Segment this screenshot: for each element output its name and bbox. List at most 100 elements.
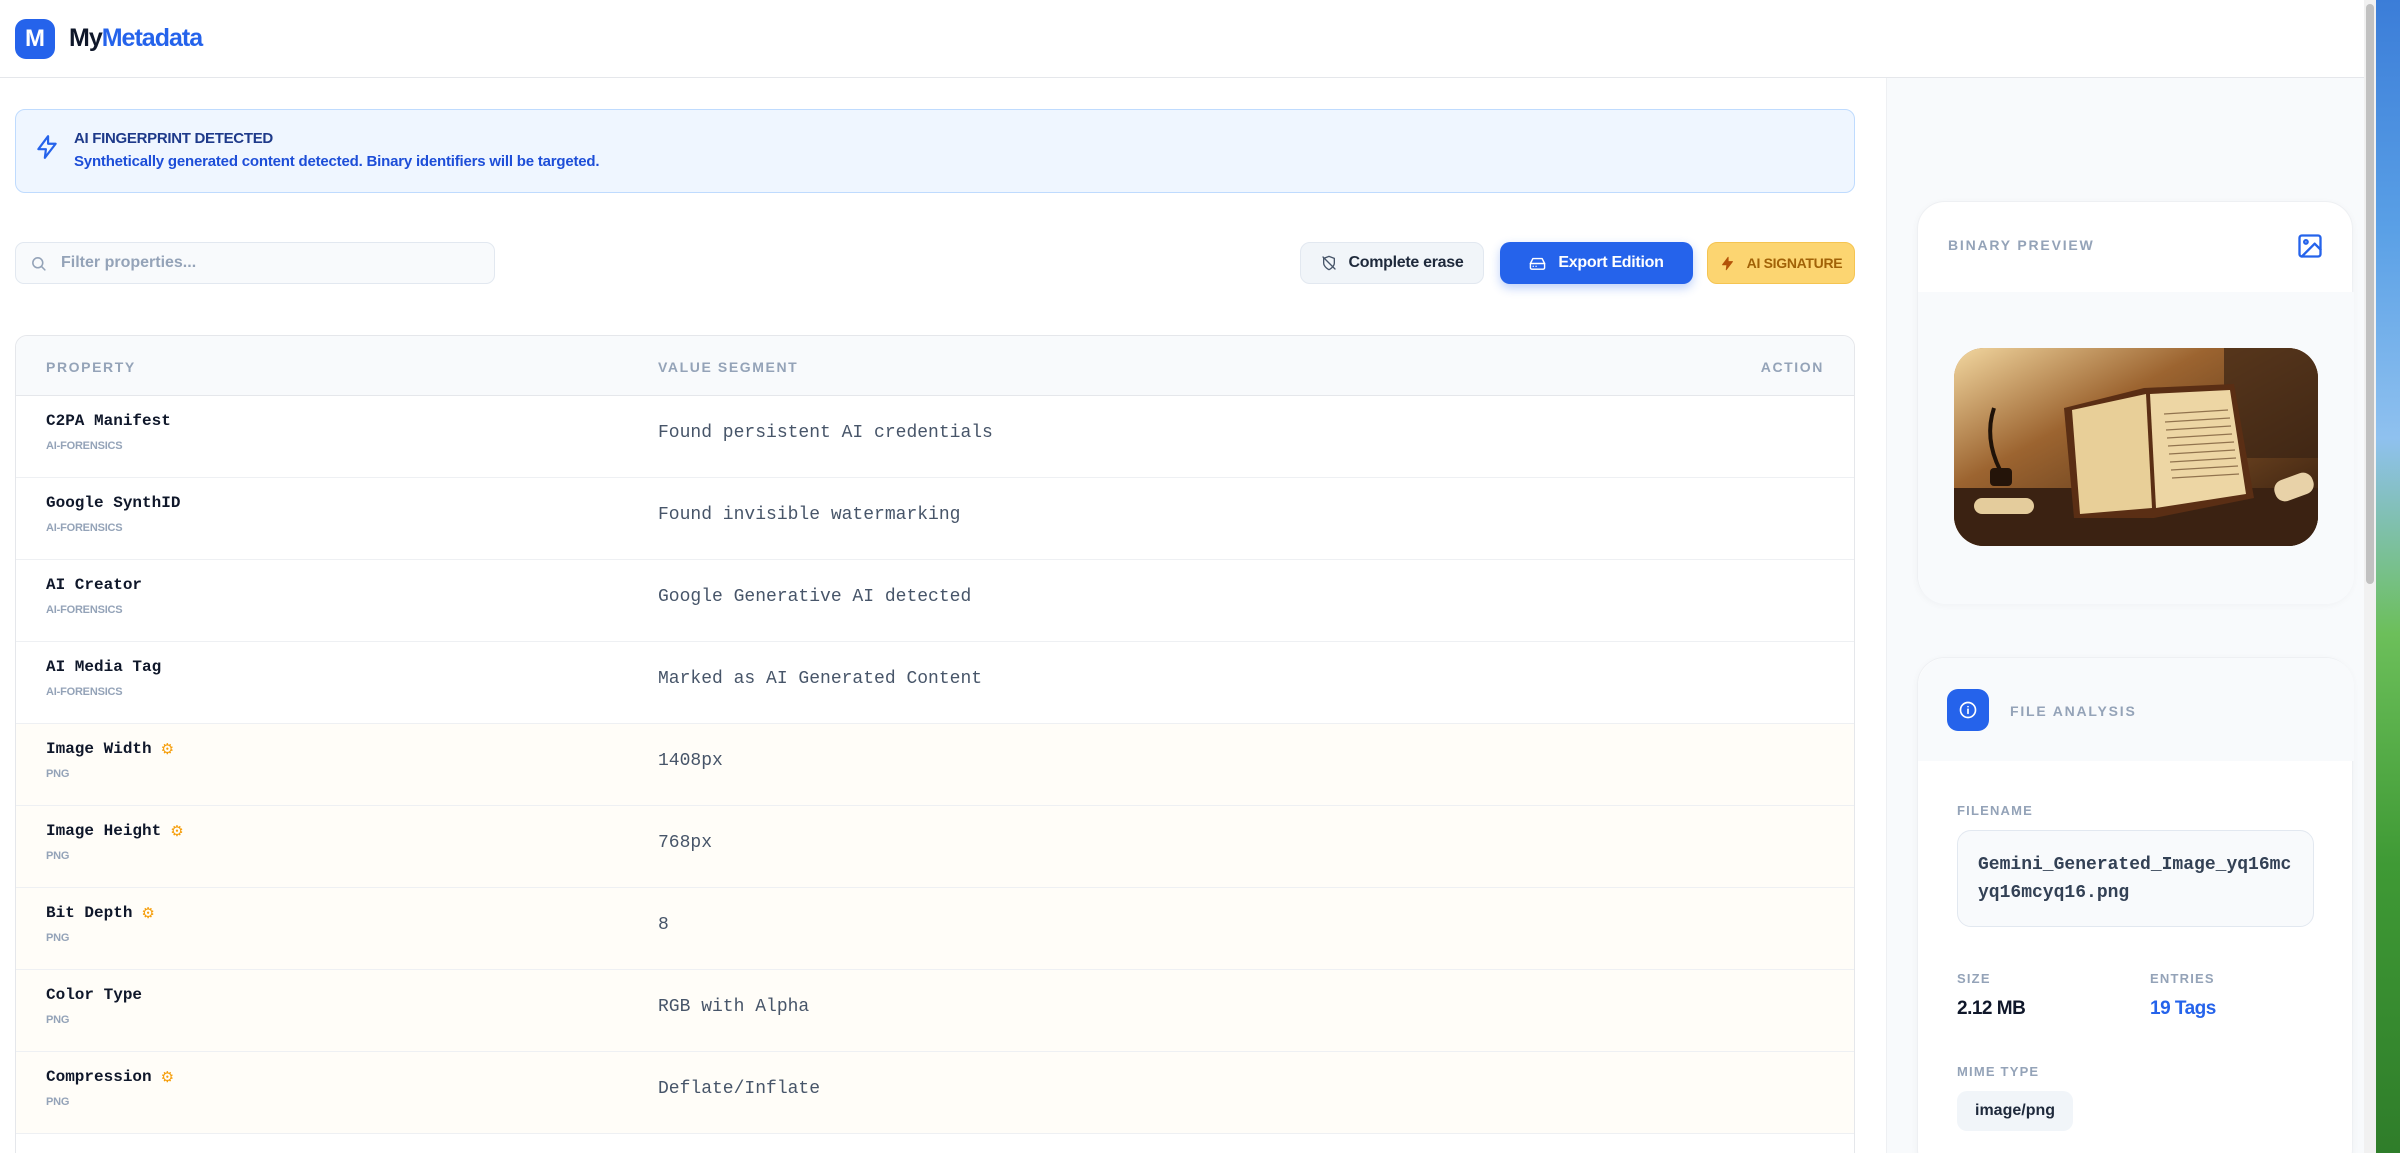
property-category: PNG (46, 850, 70, 862)
property-label: C2PA Manifest (46, 412, 171, 430)
property-name: AI Creator (46, 576, 142, 594)
image-icon[interactable] (2296, 232, 2324, 260)
scrollbar-thumb[interactable] (2366, 4, 2374, 584)
table-header: PROPERTY VALUE SEGMENT ACTION (16, 336, 1854, 396)
property-label: Image Width (46, 740, 152, 758)
app-name[interactable]: MyMetadata (69, 24, 203, 53)
gear-icon[interactable]: ⚙ (161, 1068, 174, 1086)
desktop-wallpaper (2376, 0, 2400, 1153)
property-value[interactable]: 8 (658, 915, 669, 935)
app-name-part2: Metadata (101, 24, 203, 52)
logo-badge[interactable]: M (15, 18, 55, 59)
size-label: SIZE (1957, 971, 1991, 986)
property-name: Color Type (46, 986, 142, 1004)
filter-search[interactable] (15, 242, 495, 284)
mime-type-badge: image/png (1957, 1091, 2074, 1131)
complete-erase-label: Complete erase (1348, 254, 1464, 271)
property-value[interactable]: Google Generative AI detected (658, 587, 971, 607)
property-name: Image Width ⚙ (46, 740, 174, 758)
property-label: Color Type (46, 986, 143, 1004)
main-panel: AI FINGERPRINT DETECTED Synthetically ge… (0, 78, 1886, 1153)
property-category: PNG (46, 1096, 70, 1108)
property-value[interactable]: RGB with Alpha (658, 997, 809, 1017)
property-name: C2PA Manifest (46, 412, 171, 430)
app-name-part1: My (69, 24, 103, 52)
property-value[interactable]: Found persistent AI credentials (658, 423, 993, 443)
table-row[interactable]: AI Media Tag AI-FORENSICS Marked as AI Gen… (16, 642, 1854, 724)
metadata-table: PROPERTY VALUE SEGMENT ACTION C2PA Manif… (15, 335, 1855, 1153)
property-category: AI-FORENSICS (46, 440, 123, 452)
lightning-icon (1721, 256, 1733, 270)
property-category: PNG (46, 932, 70, 944)
info-icon (1959, 701, 1977, 719)
table-row[interactable]: Image Height ⚙ PNG 768px (16, 806, 1854, 888)
entries-label: ENTRIES (2150, 971, 2215, 986)
info-badge (1947, 689, 1989, 731)
property-name: Google SynthID (46, 494, 180, 512)
property-category: AI-FORENSICS (46, 522, 123, 534)
app-window: M MyMetadata AI FINGERPRINT DETECTED Syn… (0, 0, 2364, 1153)
logo-letter: M (25, 24, 45, 52)
hard-drive-icon (1530, 257, 1546, 270)
property-name: Compression ⚙ (46, 1068, 174, 1086)
ai-signature-label: AI SIGNATURE (1746, 255, 1843, 271)
table-row[interactable]: Compression ⚙ PNG Deflate/Inflate (16, 1052, 1854, 1134)
filename-value[interactable]: Gemini_Generated_Image_yq16mcyq16mcyq16.… (1957, 830, 2314, 927)
property-value[interactable]: Marked as AI Generated Content (658, 669, 982, 689)
page-scrollbar[interactable] (2364, 0, 2376, 1153)
ai-fingerprint-alert: AI FINGERPRINT DETECTED Synthetically ge… (15, 109, 1855, 193)
table-row[interactable]: Bit Depth ⚙ PNG 8 (16, 888, 1854, 970)
property-category: AI-FORENSICS (46, 604, 123, 616)
export-edition-button[interactable]: Export Edition (1500, 242, 1693, 284)
property-category: AI-FORENSICS (46, 686, 123, 698)
property-value[interactable]: 768px (658, 833, 712, 853)
property-label: Image Height (46, 822, 162, 840)
property-value[interactable]: Found invisible watermarking (658, 505, 960, 525)
property-name: Image Height ⚙ (46, 822, 184, 840)
table-body: C2PA Manifest AI-FORENSICS Found persisten… (16, 396, 1854, 1134)
alert-title: AI FINGERPRINT DETECTED (74, 130, 273, 147)
property-name: AI Media Tag (46, 658, 161, 676)
export-edition-label: Export Edition (1558, 254, 1664, 271)
property-label: Bit Depth (46, 904, 133, 922)
gear-icon[interactable]: ⚙ (161, 740, 174, 758)
mime-type-label: MIME TYPE (1957, 1064, 2040, 1079)
binary-preview-card: BINARY PREVIEW (1917, 201, 2354, 604)
lightning-icon (37, 135, 57, 159)
gear-icon[interactable]: ⚙ (170, 822, 183, 840)
preview-image[interactable] (1954, 348, 2318, 546)
property-value[interactable]: Deflate/Inflate (658, 1079, 820, 1099)
top-bar: M MyMetadata (0, 0, 2364, 78)
property-label: Google SynthID (46, 494, 181, 512)
table-row[interactable]: AI Creator AI-FORENSICS Google Generative … (16, 560, 1854, 642)
property-value[interactable]: 1408px (658, 751, 723, 771)
table-row[interactable]: C2PA Manifest AI-FORENSICS Found persisten… (16, 396, 1854, 478)
property-name: Bit Depth ⚙ (46, 904, 155, 922)
property-label: AI Media Tag (46, 658, 162, 676)
property-label: Compression (46, 1068, 152, 1086)
size-value: 2.12 MB (1957, 998, 2026, 1019)
complete-erase-button[interactable]: Complete erase (1300, 242, 1484, 284)
property-category: PNG (46, 1014, 70, 1026)
file-analysis-card: FILE ANALYSIS FILENAME Gemini_Generated_… (1917, 657, 2354, 1153)
property-category: PNG (46, 768, 70, 780)
table-row[interactable]: Google SynthID AI-FORENSICS Found invisibl… (16, 478, 1854, 560)
entries-value[interactable]: 19 Tags (2150, 998, 2216, 1020)
gear-icon[interactable]: ⚙ (141, 904, 154, 922)
search-icon (32, 256, 46, 271)
filename-label: FILENAME (1957, 803, 2034, 818)
file-analysis-title: FILE ANALYSIS (2010, 703, 2137, 719)
column-header-action: ACTION (1760, 359, 1824, 375)
column-header-property: PROPERTY (46, 359, 136, 375)
preview-title: BINARY PREVIEW (1948, 237, 2095, 253)
filter-input[interactable] (61, 254, 481, 272)
property-label: AI Creator (46, 576, 143, 594)
table-row[interactable]: Image Width ⚙ PNG 1408px (16, 724, 1854, 806)
column-header-value: VALUE SEGMENT (658, 359, 799, 375)
book-illustration (1954, 348, 2318, 546)
ai-signature-button[interactable]: AI SIGNATURE (1707, 242, 1855, 284)
alert-message: Synthetically generated content detected… (74, 153, 600, 170)
preview-area (1918, 292, 2354, 604)
shield-off-icon (1321, 255, 1336, 271)
table-row[interactable]: Color Type PNG RGB with Alpha (16, 970, 1854, 1052)
